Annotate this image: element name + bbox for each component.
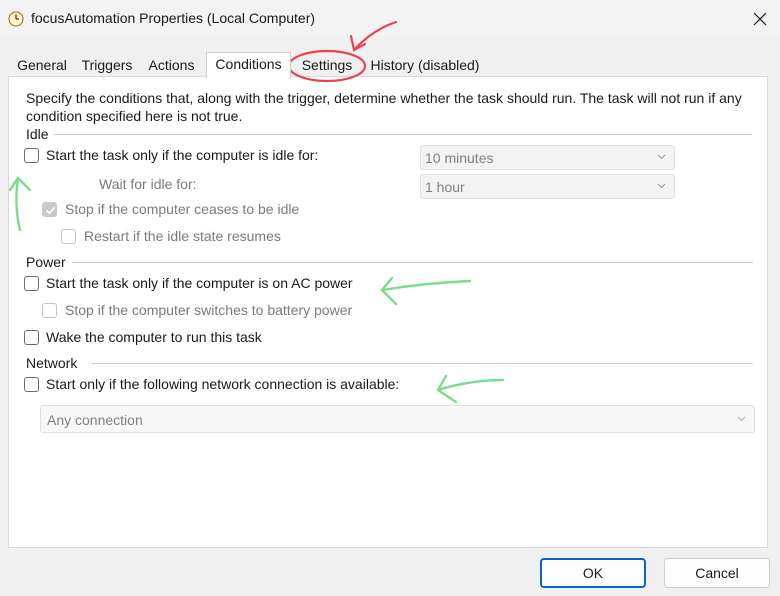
- wait-duration-value: 1 hour: [425, 179, 465, 195]
- start-if-network-checkbox[interactable]: [24, 377, 39, 392]
- start-on-ac-checkbox[interactable]: [24, 276, 39, 291]
- close-button[interactable]: [742, 4, 778, 34]
- start-on-ac-label: Start the task only if the computer is o…: [46, 275, 353, 291]
- tab-conditions[interactable]: Conditions: [206, 52, 291, 78]
- power-section-divider: [72, 262, 753, 263]
- idle-duration-select[interactable]: 10 minutes: [420, 145, 675, 170]
- checkmark-icon: [45, 206, 56, 215]
- start-if-idle-checkbox[interactable]: [24, 148, 39, 163]
- stop-if-ceases-label: Stop if the computer ceases to be idle: [65, 201, 300, 217]
- chevron-down-icon: [657, 154, 666, 160]
- stop-on-battery-checkbox[interactable]: [42, 303, 57, 318]
- network-section-label: Network: [26, 355, 78, 371]
- idle-section-label: Idle: [26, 126, 49, 142]
- start-if-idle-label: Start the task only if the computer is i…: [46, 147, 319, 163]
- cancel-button[interactable]: Cancel: [664, 558, 770, 588]
- chevron-down-icon: [657, 183, 666, 189]
- network-section-divider: [92, 363, 753, 364]
- task-scheduler-clock-icon: [8, 11, 24, 27]
- tab-actions[interactable]: Actions: [143, 54, 200, 77]
- tab-triggers[interactable]: Triggers: [78, 54, 136, 77]
- title-bar: focusAutomation Properties (Local Comput…: [0, 0, 780, 38]
- idle-section-divider: [54, 134, 752, 135]
- tab-history[interactable]: History (disabled): [364, 54, 486, 77]
- idle-duration-value: 10 minutes: [425, 150, 494, 166]
- wait-for-idle-label: Wait for idle for:: [99, 176, 197, 192]
- window-title: focusAutomation Properties (Local Comput…: [31, 10, 316, 26]
- wake-to-run-label: Wake the computer to run this task: [46, 329, 262, 345]
- restart-if-resumes-checkbox[interactable]: [61, 229, 76, 244]
- network-connection-select[interactable]: Any connection: [40, 405, 755, 433]
- chevron-down-icon: [737, 416, 746, 422]
- ok-button[interactable]: OK: [540, 558, 646, 588]
- restart-if-resumes-label: Restart if the idle state resumes: [84, 228, 281, 244]
- stop-if-ceases-checkbox[interactable]: [42, 202, 57, 217]
- close-icon: [753, 12, 767, 26]
- power-section-label: Power: [26, 254, 66, 270]
- wake-to-run-checkbox[interactable]: [24, 330, 39, 345]
- tab-general[interactable]: General: [13, 54, 71, 77]
- conditions-description: Specify the conditions that, along with …: [26, 90, 742, 124]
- stop-on-battery-label: Stop if the computer switches to battery…: [65, 302, 353, 318]
- tab-settings[interactable]: Settings: [297, 54, 357, 77]
- network-connection-value: Any connection: [47, 412, 143, 428]
- start-if-network-label: Start only if the following network conn…: [46, 376, 400, 392]
- wait-duration-select[interactable]: 1 hour: [420, 174, 675, 199]
